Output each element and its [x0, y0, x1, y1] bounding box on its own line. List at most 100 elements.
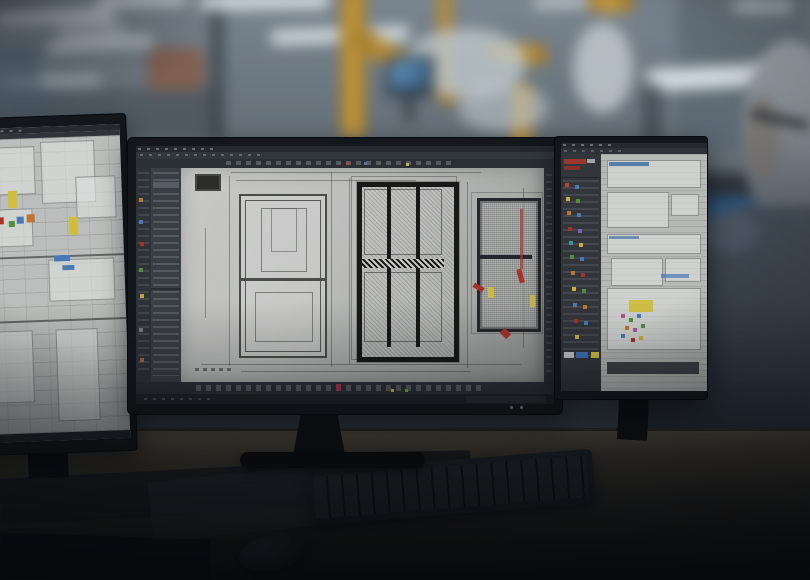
bottom-toolbar-icons — [196, 385, 486, 391]
status-colored-dots — [391, 389, 394, 392]
content-panel — [665, 258, 701, 282]
window-elevation-right-marked — [477, 198, 541, 332]
yellow-chip — [591, 352, 599, 358]
dimension-line — [241, 371, 471, 372]
sheet-divider — [0, 317, 126, 325]
content-panel — [607, 192, 669, 228]
blue-header-strip — [609, 162, 649, 166]
green-component — [9, 221, 15, 227]
white-chip — [564, 352, 574, 358]
robot-arm-top — [588, 0, 634, 12]
cad-left-iconstrip — [136, 168, 151, 382]
toolbox-colored-icons — [565, 183, 569, 187]
ceiling-light — [733, 0, 793, 12]
robot-arm-column — [340, 0, 366, 138]
yellow-highlight-block — [629, 300, 653, 312]
center-monitor-screen — [136, 146, 554, 404]
panel-selected-row — [153, 182, 179, 187]
blue-header-strip — [609, 236, 639, 239]
pane-outline — [364, 189, 442, 255]
panel-section-divider — [151, 288, 181, 290]
toolbox-divider — [561, 177, 601, 178]
cad-toolbar — [136, 159, 554, 168]
right-content-column — [601, 154, 707, 391]
colored-detail-cluster — [621, 314, 625, 318]
sheet-block — [0, 146, 36, 196]
content-panel — [607, 288, 701, 350]
red-layer-chip — [564, 159, 586, 164]
window-elevation-left — [239, 194, 327, 358]
titlebar-text — [563, 144, 613, 146]
right-strip-rows — [546, 174, 552, 374]
yellow-highlight — [530, 295, 535, 307]
right-monitor — [554, 136, 708, 400]
red-markup-line — [520, 209, 523, 269]
dimension-line — [231, 172, 481, 173]
right-monitor-screen — [561, 143, 707, 391]
sheet-block — [56, 328, 101, 421]
detail-thumbnail — [195, 174, 221, 191]
cad-statusbar — [136, 394, 554, 404]
blue-strip — [54, 255, 70, 262]
scale-note-dashes — [195, 368, 235, 371]
blue-strip — [62, 265, 74, 270]
blue-header-strip — [661, 274, 689, 278]
right-monitor-stand — [617, 395, 649, 441]
center-monitor — [127, 137, 563, 415]
red-tool-icon — [336, 384, 341, 391]
background-screen — [0, 46, 40, 84]
toolbar-icons — [226, 161, 456, 165]
left-sheet — [0, 135, 130, 436]
menu-items — [564, 150, 624, 152]
red-markup-arrow — [516, 269, 524, 284]
notebook — [0, 532, 211, 580]
power-led — [510, 406, 513, 409]
cad-tool-panel — [151, 168, 181, 382]
left-monitor — [0, 113, 138, 457]
blue-chip — [576, 352, 588, 358]
toolbox-rows — [563, 180, 599, 360]
mouse — [235, 527, 311, 577]
yellow-component — [69, 217, 79, 235]
dimension-line — [331, 172, 332, 367]
content-panel — [671, 194, 699, 216]
yellow-highlight — [488, 287, 494, 298]
yellow-component — [8, 191, 18, 208]
red-component — [0, 217, 4, 224]
left-monitor-screen — [0, 124, 130, 444]
tool-colored-icons — [139, 198, 143, 202]
sheet-block — [48, 257, 115, 301]
orange-component — [27, 214, 35, 222]
toolbar-colored-icons — [346, 162, 349, 165]
engineer-face-edge — [745, 95, 780, 180]
lower-pane-detail — [255, 292, 313, 342]
dimension-line — [229, 176, 230, 366]
sheet-block — [0, 330, 35, 404]
dimension-line — [349, 178, 350, 364]
cad-menubar — [136, 152, 554, 159]
machine-housing — [56, 16, 126, 42]
cad-right-strip — [544, 168, 554, 382]
cad-bottom-toolbar — [136, 382, 554, 394]
right-toolbox-panel — [561, 154, 601, 371]
window-elevation-center-bold — [357, 182, 459, 362]
content-panel — [611, 258, 663, 286]
machine-housing — [458, 83, 548, 133]
dimension-line — [467, 182, 468, 368]
workstation-photo — [0, 0, 810, 580]
dark-footer-block — [607, 362, 699, 374]
status-right-block — [466, 396, 546, 403]
dimension-line — [201, 364, 521, 365]
center-monitor-stand-base — [240, 452, 425, 468]
machine-monitor-stand — [405, 96, 413, 122]
white-chip — [587, 159, 595, 163]
tool-icons — [138, 172, 149, 372]
background-screen — [2, 86, 48, 118]
titlebar-text — [138, 148, 218, 150]
sheet-block — [75, 175, 116, 218]
red-layer-chip — [564, 166, 580, 170]
machine-monitor-screen — [390, 60, 430, 90]
upper-pane-detail — [271, 208, 297, 252]
dimension-line — [205, 228, 206, 318]
menu-items — [140, 154, 260, 156]
